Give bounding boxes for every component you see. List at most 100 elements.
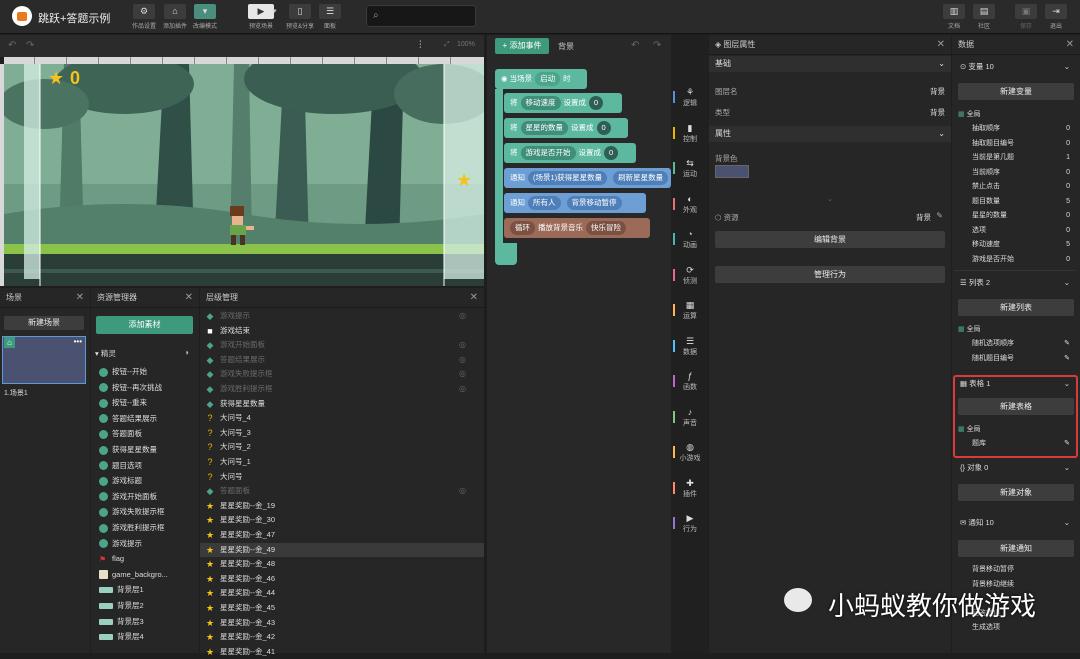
game-stage[interactable]: ★ 0 ★ [4, 64, 484, 286]
category-2[interactable]: ▮ 控制 [673, 123, 707, 144]
category-3[interactable]: ⇆ 运动 [673, 158, 707, 179]
asset-item[interactable]: 游戏开始面板 [91, 490, 199, 504]
variable-dropdown[interactable]: 游戏是否开始 [520, 146, 576, 161]
layer-item[interactable]: ★ 星星奖励--金_47 [200, 528, 484, 542]
eye-off-icon[interactable]: ◎ [459, 338, 466, 352]
save-button[interactable]: ▣ 保存 [1014, 4, 1038, 30]
add-asset-button[interactable]: 添加素材 [96, 316, 193, 334]
layer-item[interactable]: ? 大问号_4 [200, 411, 484, 425]
value-input[interactable]: 0 [604, 146, 619, 161]
new-object-button[interactable]: 新建对象 [958, 484, 1074, 501]
layer-item[interactable]: ★ 星星奖励--金_44 [200, 586, 484, 600]
asset-item[interactable]: game_backgro... [91, 568, 199, 582]
modify-mode-button[interactable]: ▾ 改编模式 [192, 4, 218, 30]
asset-item[interactable]: 按钮--再次挑战 [91, 381, 199, 395]
notify-block[interactable]: 通知 (场景1)获得星星数量 刷新星星数量 [504, 168, 671, 188]
variable-dropdown[interactable]: 移动速度 [520, 96, 561, 111]
category-11[interactable]: ◍ 小游戏 [673, 442, 707, 463]
layer-item[interactable]: ◆ 答题结果展示 ◎ [200, 353, 484, 367]
layer-item[interactable]: ★ 星星奖励--金_42 [200, 630, 484, 644]
asset-item[interactable]: 背景层1 [91, 583, 199, 597]
variable-row[interactable]: 禁止点击 0 [954, 180, 1076, 194]
asset-item[interactable]: 答题结果展示 [91, 412, 199, 426]
notify-message-dropdown[interactable]: 背景移动暂停 [566, 196, 622, 211]
layer-item[interactable]: ◆ 游戏开始面板 ◎ [200, 338, 484, 352]
undo-icon[interactable]: ↶ [631, 40, 639, 51]
list-row[interactable]: 随机题目编号 ✎ [954, 352, 1076, 366]
close-icon[interactable]: ✕ [76, 288, 84, 308]
category-4[interactable]: ◐ 外观 [673, 194, 707, 215]
asset-item[interactable]: 游戏标题 [91, 474, 199, 488]
notify-row[interactable]: 生成选项 [954, 621, 1076, 635]
edit-background-button[interactable]: 编辑背景 [715, 231, 945, 248]
redo-icon[interactable]: ↷ [653, 40, 661, 51]
add-event-button[interactable]: + 添加事件 [495, 38, 549, 54]
objects-section[interactable]: {} 对象 0 ⌄ [954, 459, 1076, 477]
layer-item[interactable]: ◆ 游戏提示 ◎ [200, 309, 484, 323]
layer-item[interactable]: ★ 星星奖励--金_30 [200, 513, 484, 527]
category-13[interactable]: ▶ 行为 [673, 513, 707, 534]
eye-off-icon[interactable]: ◎ [459, 309, 466, 323]
value-input[interactable]: 0 [596, 121, 611, 136]
new-scene-button[interactable]: 新建场景 [4, 316, 84, 330]
layer-item[interactable]: ? 大问号_2 [200, 440, 484, 454]
layer-name-value[interactable]: 背景 [930, 86, 945, 97]
notify-target-dropdown[interactable]: 所有人 [528, 196, 561, 211]
variable-row[interactable]: 抽取顺序 0 [954, 122, 1076, 136]
layer-item[interactable]: ◆ 游戏失败提示框 ◎ [200, 367, 484, 381]
event-state-dropdown[interactable]: 启动 [535, 72, 561, 87]
bg-color-swatch[interactable] [715, 165, 749, 178]
asset-item[interactable]: 获得星星数量 [91, 443, 199, 457]
panel-button[interactable]: ☰ 面板 [318, 4, 342, 30]
redo-icon[interactable]: ↷ [26, 40, 34, 51]
scene-thumbnail[interactable]: ⌂ ••• [2, 336, 86, 384]
new-variable-button[interactable]: 新建变量 [958, 83, 1074, 100]
layer-item[interactable]: ? 大问号_3 [200, 426, 484, 440]
asset-item[interactable]: 答题面板 [91, 427, 199, 441]
preview-share-button[interactable]: ▯ 预览&分享 [285, 4, 315, 30]
close-icon[interactable]: ✕ [937, 35, 945, 55]
variables-section[interactable]: ⊙ 变量 10 ⌄ [954, 58, 1076, 76]
set-variable-block[interactable]: 将星星的数量 设置成 0 [504, 118, 628, 138]
asset-item[interactable]: 背景层3 [91, 615, 199, 629]
close-icon[interactable]: ✕ [470, 288, 478, 308]
community-button[interactable]: ▤ 社区 [971, 4, 997, 30]
loop-dropdown[interactable]: 循环 [510, 221, 535, 236]
variable-row[interactable]: 题目数量 5 [954, 195, 1076, 209]
layer-item[interactable]: ★ 星星奖励--金_41 [200, 645, 484, 659]
asset-item[interactable]: 游戏提示 [91, 537, 199, 551]
variable-dropdown[interactable]: 星星的数量 [520, 121, 568, 136]
new-notify-button[interactable]: 新建通知 [958, 540, 1074, 557]
edit-icon[interactable]: ✎ [936, 211, 943, 220]
asset-item[interactable]: 游戏胜利提示框 [91, 521, 199, 535]
notify-row[interactable]: 背景移动暂停 [954, 563, 1076, 577]
new-table-button[interactable]: 新建表格 [958, 398, 1074, 415]
exit-button[interactable]: ⇥ 退出 [1043, 4, 1069, 30]
new-list-button[interactable]: 新建列表 [958, 299, 1074, 316]
manage-behavior-button[interactable]: 管理行为 [715, 266, 945, 283]
layer-item[interactable]: ★ 星星奖励--金_49 [200, 542, 484, 557]
notify-target-dropdown[interactable]: (场景1)获得星星数量 [528, 171, 608, 186]
eye-off-icon[interactable]: ◎ [459, 367, 466, 381]
loop-sound-block[interactable]: 循环 播放背景音乐 快乐冒险 [504, 218, 650, 238]
asset-item[interactable]: ⚑ flag [91, 552, 199, 566]
category-8[interactable]: ☰ 数据 [673, 336, 707, 357]
asset-item[interactable]: 按钮--开始 [91, 365, 199, 379]
variable-row[interactable]: 选项 0 [954, 224, 1076, 238]
search-input[interactable]: ⌕ [366, 5, 476, 27]
category-1[interactable]: ⚘ 逻辑 [673, 87, 707, 108]
category-10[interactable]: ♪ 声音 [673, 407, 707, 428]
edit-icon[interactable]: ✎ [1064, 437, 1070, 451]
edit-icon[interactable]: ✎ [1064, 352, 1070, 366]
layer-item[interactable]: ★ 星星奖励--金_43 [200, 616, 484, 630]
layer-item[interactable]: ? 大问号_1 [200, 455, 484, 469]
layer-item[interactable]: ◆ 游戏胜利提示框 ◎ [200, 382, 484, 396]
work-settings-button[interactable]: ⚙ 作品设置 [131, 4, 157, 30]
preview-dropdown-icon[interactable]: ▾ [273, 7, 277, 15]
more-icon[interactable]: ••• [74, 337, 82, 346]
eye-off-icon[interactable]: ◎ [459, 353, 466, 367]
table-row[interactable]: 题库 ✎ [954, 437, 1076, 451]
asset-item[interactable]: 背景层4 [91, 630, 199, 644]
close-icon[interactable]: ✕ [1066, 35, 1074, 55]
eye-off-icon[interactable]: ◎ [459, 382, 466, 396]
